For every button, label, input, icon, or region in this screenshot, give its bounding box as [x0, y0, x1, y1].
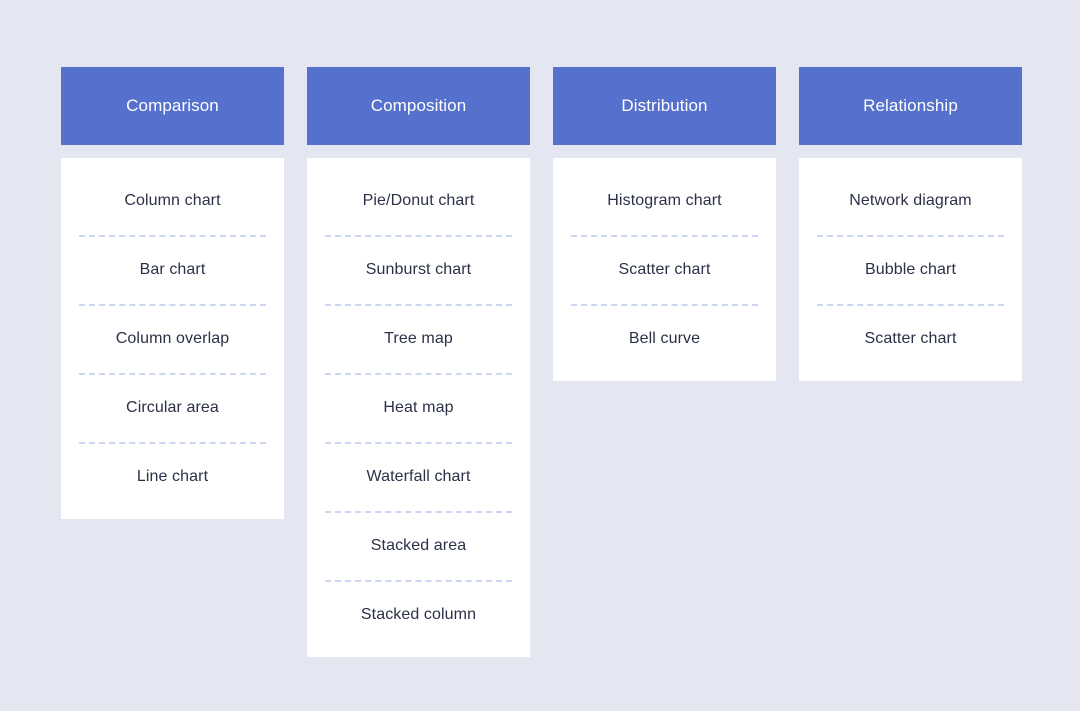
chart-type-item[interactable]: Waterfall chart — [325, 442, 512, 511]
chart-type-label: Bubble chart — [864, 260, 957, 278]
category-title: Distribution — [621, 96, 708, 115]
category-column: Composition Pie/Donut chart Sunburst chart… — [307, 67, 530, 657]
chart-type-list: Column chart Bar chart Column overlap Circu… — [61, 158, 284, 519]
chart-type-item[interactable]: Pie/Donut chart — [325, 166, 512, 235]
category-column: Relationship Network diagram Bubble chart S… — [799, 67, 1022, 381]
chart-type-item[interactable]: Bar chart — [79, 235, 266, 304]
chart-type-item[interactable]: Heat map — [325, 373, 512, 442]
chart-type-item[interactable]: Column chart — [79, 166, 266, 235]
chart-type-label: Bar chart — [139, 260, 206, 278]
chart-type-list: Network diagram Bubble chart Scatter chart — [799, 158, 1022, 381]
chart-type-label: Circular area — [126, 398, 219, 416]
chart-type-label: Sunburst chart — [365, 260, 472, 278]
chart-type-label: Line chart — [136, 467, 209, 485]
chart-type-label: Column chart — [124, 191, 221, 209]
chart-type-label: Tree map — [384, 329, 453, 347]
chart-type-item[interactable]: Stacked column — [325, 580, 512, 649]
chart-type-item[interactable]: Tree map — [325, 304, 512, 373]
chart-type-item[interactable]: Column overlap — [79, 304, 266, 373]
chart-type-item[interactable]: Network diagram — [817, 166, 1004, 235]
chart-type-label: Waterfall chart — [366, 467, 471, 485]
category-title: Relationship — [863, 96, 958, 115]
chart-type-label: Bell curve — [628, 329, 701, 347]
chart-type-label: Histogram chart — [607, 191, 722, 209]
chart-type-item[interactable]: Bubble chart — [817, 235, 1004, 304]
category-title: Comparison — [126, 96, 219, 115]
chart-type-label: Pie/Donut chart — [362, 191, 475, 209]
chart-type-item[interactable]: Line chart — [79, 442, 266, 511]
chart-type-label: Column overlap — [115, 329, 230, 347]
category-header-2[interactable]: Distribution — [553, 67, 776, 145]
chart-type-label: Heat map — [383, 398, 454, 416]
chart-type-item[interactable]: Histogram chart — [571, 166, 758, 235]
category-header-3[interactable]: Relationship — [799, 67, 1022, 145]
chart-type-label: Scatter chart — [618, 260, 711, 278]
chart-type-item[interactable]: Scatter chart — [571, 235, 758, 304]
category-title: Composition — [370, 96, 467, 115]
category-column: Distribution Histogram chart Scatter chart… — [553, 67, 776, 381]
chart-type-item[interactable]: Circular area — [79, 373, 266, 442]
chart-type-label: Scatter chart — [864, 329, 957, 347]
chart-type-item[interactable]: Stacked area — [325, 511, 512, 580]
chart-type-item[interactable]: Bell curve — [571, 304, 758, 373]
chart-type-item[interactable]: Scatter chart — [817, 304, 1004, 373]
category-header-1[interactable]: Composition — [307, 67, 530, 145]
category-header-0[interactable]: Comparison — [61, 67, 284, 145]
chart-type-list: Histogram chart Scatter chart Bell curve — [553, 158, 776, 381]
chart-type-label: Network diagram — [849, 191, 972, 209]
chart-type-item[interactable]: Sunburst chart — [325, 235, 512, 304]
category-column: Comparison Column chart Bar chart Column ov… — [61, 67, 284, 519]
chart-type-label: Stacked column — [360, 605, 477, 623]
chart-type-label: Stacked area — [370, 536, 467, 554]
chart-type-board: Comparison Column chart Bar chart Column ov… — [61, 67, 1022, 657]
chart-type-list: Pie/Donut chart Sunburst chart Tree map Hea… — [307, 158, 530, 657]
